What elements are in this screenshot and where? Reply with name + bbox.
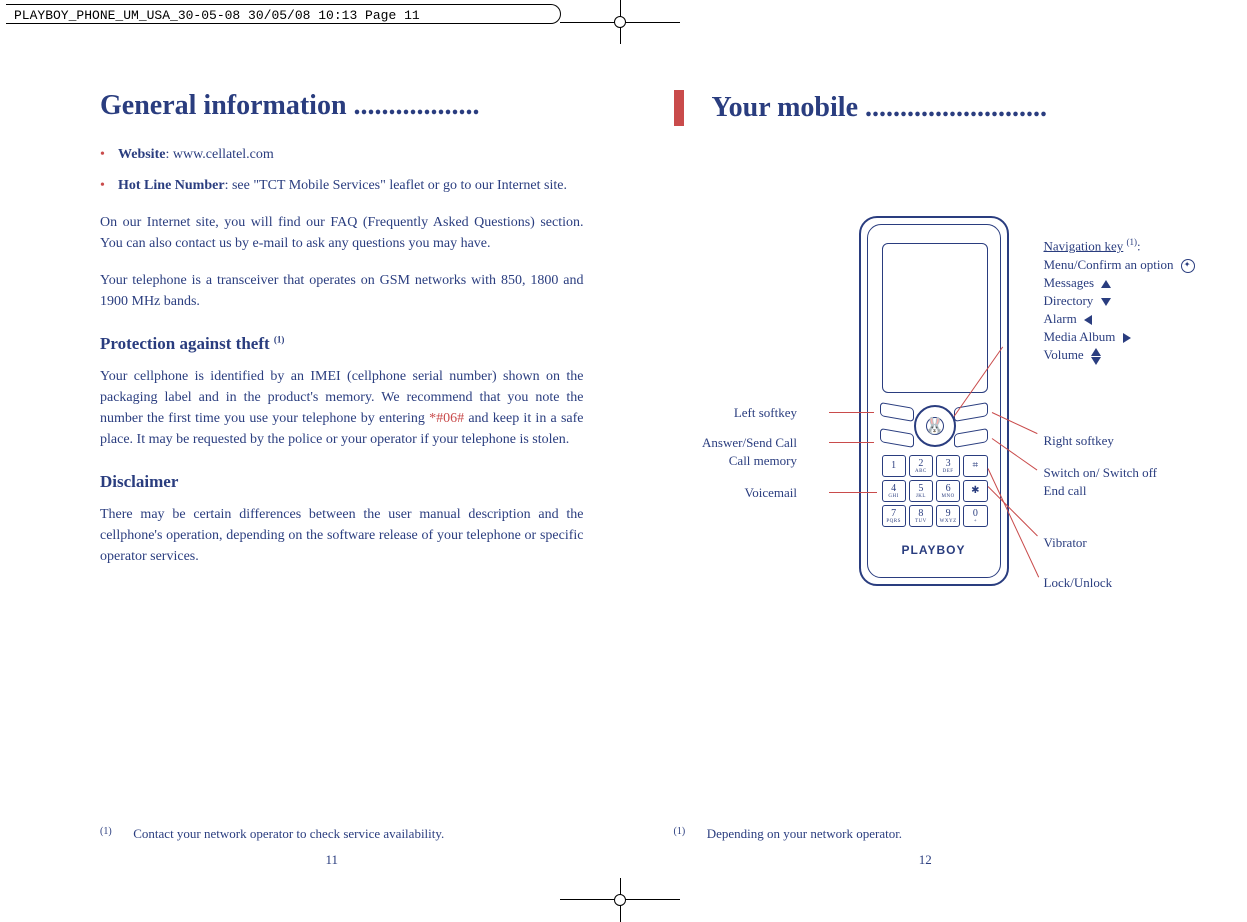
leader-line xyxy=(829,492,877,493)
keypad-key: 9WXYZ xyxy=(936,505,960,527)
label-vibrator: Vibrator xyxy=(1044,534,1087,552)
page-left: General information .................. W… xyxy=(30,60,634,882)
left-softkey-button xyxy=(880,402,914,422)
arrow-up-icon xyxy=(1101,280,1111,288)
paragraph: Your cellphone is identified by an IMEI … xyxy=(100,366,584,450)
phone-screen xyxy=(882,243,988,393)
paragraph: On our Internet site, you will find our … xyxy=(100,212,584,254)
list-item: Website: www.cellatel.com xyxy=(100,144,584,165)
label-left-softkey: Left softkey xyxy=(734,404,797,422)
imei-code: *#06# xyxy=(429,411,464,426)
list-text: : see "TCT Mobile Services" leaflet or g… xyxy=(225,178,567,193)
list-label: Hot Line Number xyxy=(118,178,225,193)
end-button xyxy=(954,428,988,448)
leader-line xyxy=(829,442,874,443)
keypad-key: ✱ xyxy=(963,480,987,502)
chapter-bar-icon xyxy=(674,90,684,126)
header-strip: PLAYBOY_PHONE_UM_USA_30-05-08 30/05/08 1… xyxy=(8,6,426,25)
label-right-softkey: Right softkey xyxy=(1044,432,1114,450)
keypad-key: 4GHI xyxy=(882,480,906,502)
page-right: Your mobile .......................... 🐰… xyxy=(634,60,1218,882)
keypad-key: 7PQRS xyxy=(882,505,906,527)
footnote: (1) Contact your network operator to che… xyxy=(100,826,584,842)
label-switch: Switch on/ Switch off End call xyxy=(1044,464,1158,500)
keypad-key: 2ABC xyxy=(909,455,933,477)
navigation-key: 🐰 xyxy=(914,405,956,447)
keypad-key: ⌗ xyxy=(963,455,987,477)
arrow-down-icon xyxy=(1101,298,1111,306)
chapter-title: Your mobile .......................... xyxy=(712,92,1048,124)
keypad: 12ABC3DEF⌗ 4GHI5JKL6MNO✱ 7PQRS8TUV9WXYZ0+ xyxy=(882,455,988,527)
label-answer: Answer/Send Call Call memory xyxy=(702,434,797,470)
keypad-key: 3DEF xyxy=(936,455,960,477)
bunny-icon: 🐰 xyxy=(926,417,944,435)
paragraph: Your telephone is a transceiver that ope… xyxy=(100,270,584,312)
leader-line xyxy=(829,412,874,413)
list-text: : www.cellatel.com xyxy=(165,147,273,162)
section-heading-disclaimer: Disclaimer xyxy=(100,472,584,492)
answer-button xyxy=(880,428,914,448)
volume-icon xyxy=(1091,347,1101,366)
list-label: Website xyxy=(118,147,165,162)
footnote: (1) Depending on your network operator. xyxy=(674,826,1158,842)
paragraph: There may be certain differences between… xyxy=(100,504,584,567)
phone-body: 🐰 12ABC3DEF⌗ 4GHI5JKL6MNO✱ 7PQRS8TUV9WXYZ0… xyxy=(859,216,1009,586)
keypad-key: 0+ xyxy=(963,505,987,527)
phone-diagram: 🐰 12ABC3DEF⌗ 4GHI5JKL6MNO✱ 7PQRS8TUV9WXYZ0… xyxy=(674,216,1158,636)
keypad-key: 6MNO xyxy=(936,480,960,502)
list-item: Hot Line Number: see "TCT Mobile Service… xyxy=(100,175,584,196)
section-heading-theft: Protection against theft (1) xyxy=(100,334,584,354)
label-lock: Lock/Unlock xyxy=(1044,574,1113,592)
label-voicemail: Voicemail xyxy=(745,484,797,502)
arrow-right-icon xyxy=(1123,333,1131,343)
keypad-key: 5JKL xyxy=(909,480,933,502)
keypad-key: 1 xyxy=(882,455,906,477)
confirm-icon xyxy=(1181,259,1195,273)
brand-label: PLAYBOY xyxy=(868,543,1000,557)
info-list: Website: www.cellatel.com Hot Line Numbe… xyxy=(100,144,584,196)
page-title: General information .................. xyxy=(100,90,584,122)
label-navkey: Navigation key (1): Menu/Confirm an opti… xyxy=(1044,236,1195,366)
right-softkey-button xyxy=(954,402,988,422)
page-number: 12 xyxy=(634,852,1218,868)
page-spread: General information .................. W… xyxy=(30,60,1217,882)
page-number: 11 xyxy=(30,852,634,868)
chapter-header: Your mobile .......................... xyxy=(674,90,1158,126)
arrow-left-icon xyxy=(1084,315,1092,325)
keypad-key: 8TUV xyxy=(909,505,933,527)
